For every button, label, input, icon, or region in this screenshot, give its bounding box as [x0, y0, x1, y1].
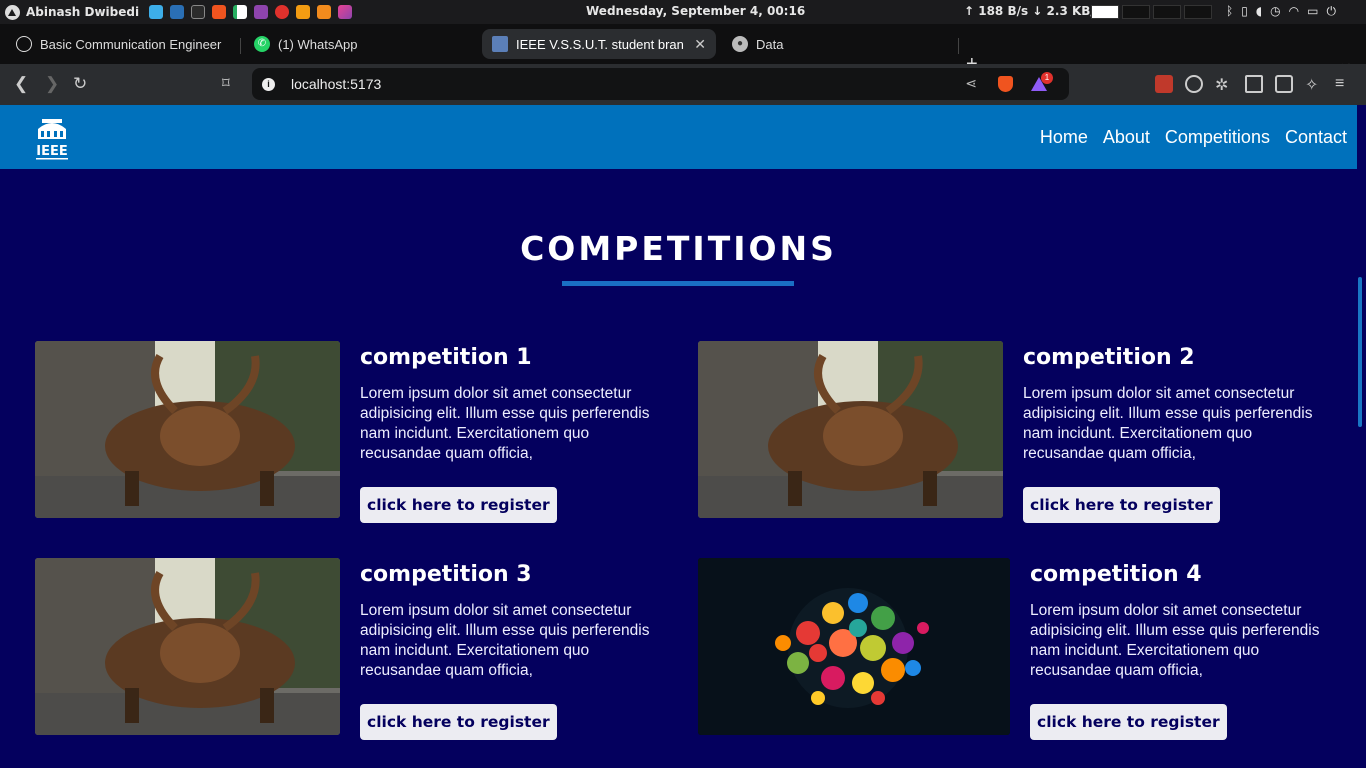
user-menu[interactable]: Abinash Dwibedi — [0, 4, 140, 20]
user-name: Abinash Dwibedi — [26, 5, 140, 19]
tab-data[interactable]: ● Data — [722, 29, 954, 59]
sidebar-icon[interactable] — [1245, 75, 1263, 93]
competition-image-bull — [698, 341, 1003, 518]
app-icon-3[interactable] — [296, 5, 311, 19]
site-nav-links: Home About Competitions Contact — [1040, 127, 1347, 148]
wallet-icon[interactable] — [1275, 75, 1293, 93]
scrollbar-thumb[interactable] — [1358, 277, 1362, 427]
leo-ai-icon[interactable]: ✧ — [1305, 75, 1323, 94]
competition-description: Lorem ipsum dolor sit amet consectetur a… — [1030, 602, 1320, 679]
tab-whatsapp[interactable]: ✆ (1) WhatsApp — [244, 29, 476, 59]
network-graph — [1153, 5, 1181, 19]
address-bar[interactable]: i localhost:5173 ⋖ 1 — [252, 68, 1069, 100]
system-monitor-graphs — [1091, 5, 1212, 19]
whatsapp-icon: ✆ — [254, 36, 270, 52]
competition-title: competition 1 — [360, 345, 532, 370]
wifi-icon[interactable]: ◠ — [1289, 4, 1299, 19]
app-icon-4[interactable] — [317, 5, 332, 19]
extension-icon[interactable] — [1155, 75, 1173, 93]
battery-icon[interactable]: ▭ — [1307, 4, 1318, 19]
tor-icon[interactable] — [1185, 75, 1203, 93]
tab-title: Basic Communication Engineer — [40, 36, 222, 52]
app-icon-2[interactable] — [275, 5, 290, 19]
register-button[interactable]: click here to register — [360, 487, 557, 523]
vscode-icon[interactable] — [170, 5, 185, 19]
rewards-badge: 1 — [1041, 72, 1053, 84]
openai-icon — [16, 36, 32, 52]
logo-text: IEEE — [36, 144, 67, 159]
nav-home[interactable]: Home — [1040, 127, 1088, 148]
browser-tab-strip: Basic Communication Engineer ✆ (1) Whats… — [0, 24, 1366, 76]
android-icon[interactable] — [233, 5, 248, 19]
system-tray: ᛒ ▯ ◖ ◷ ◠ ▭ ⏻ — [1226, 4, 1336, 19]
menu-icon[interactable]: ≡ — [1335, 75, 1353, 93]
power-icon[interactable]: ⏻ — [1326, 4, 1336, 19]
forward-button[interactable]: ❯ — [45, 74, 59, 94]
competition-description: Lorem ipsum dolor sit amet consectetur a… — [360, 385, 650, 462]
globe-icon: ● — [732, 36, 748, 52]
terminal-icon[interactable] — [191, 5, 206, 19]
competition-title: competition 4 — [1030, 562, 1202, 587]
site-navbar: IEEE Home About Competitions Contact — [0, 105, 1357, 169]
cpu-graph — [1091, 5, 1119, 19]
history-icon[interactable]: ◷ — [1270, 4, 1280, 19]
disk-graph — [1184, 5, 1212, 19]
competition-title: competition 3 — [360, 562, 532, 587]
files-icon[interactable] — [149, 5, 164, 19]
extensions-puzzle-icon[interactable]: ✲ — [1215, 75, 1233, 94]
launcher-bar — [149, 5, 353, 19]
back-button[interactable]: ❮ — [14, 74, 28, 94]
tab-separator — [240, 38, 241, 54]
competition-image-bull — [35, 558, 340, 735]
page-viewport: IEEE Home About Competitions Contact COM… — [0, 105, 1366, 768]
network-speed: ↑ 188 B/s ↓ 2.3 KB/s — [964, 4, 1102, 18]
site-info-icon[interactable]: i — [262, 77, 275, 91]
competition-title: competition 2 — [1023, 345, 1195, 370]
clipboard-icon[interactable]: ▯ — [1241, 4, 1248, 19]
tab-title: Data — [756, 36, 784, 52]
tab-ieee-active[interactable]: IEEE V.S.S.U.T. student bran ✕ — [482, 29, 716, 59]
page-scrollbar[interactable] — [1357, 105, 1366, 768]
url-text[interactable]: localhost:5173 — [291, 76, 381, 92]
register-button[interactable]: click here to register — [1023, 487, 1220, 523]
competition-image-spheres — [698, 558, 1010, 735]
tab-title: IEEE V.S.S.U.T. student bran — [516, 36, 684, 52]
app-menu-icon[interactable] — [5, 4, 20, 20]
reload-button[interactable]: ↻ — [73, 74, 87, 94]
brave-icon[interactable] — [212, 5, 227, 19]
clock[interactable]: Wednesday, September 4, 00:16 — [586, 4, 805, 18]
bookmark-icon[interactable]: ⌑ — [222, 74, 230, 94]
register-button[interactable]: click here to register — [360, 704, 557, 740]
memory-graph — [1122, 5, 1150, 19]
competition-image-bull — [35, 341, 340, 518]
bluetooth-icon[interactable]: ᛒ — [1226, 4, 1233, 19]
section-title: COMPETITIONS — [520, 229, 837, 268]
tab-title: (1) WhatsApp — [278, 36, 358, 52]
ieee-logo[interactable]: IEEE — [32, 119, 72, 161]
os-top-bar: Abinash Dwibedi Wednesday, September 4, … — [0, 0, 1366, 24]
browser-toolbar: ❮ ❯ ↻ ⌑ i localhost:5173 ⋖ 1 ✲ ✧ ≡ — [0, 64, 1366, 105]
tab-separator — [958, 38, 959, 54]
volume-icon[interactable]: ◖ — [1256, 4, 1262, 19]
nav-competitions[interactable]: Competitions — [1165, 127, 1270, 148]
nav-contact[interactable]: Contact — [1285, 127, 1347, 148]
app-icon[interactable] — [254, 5, 269, 19]
competition-description: Lorem ipsum dolor sit amet consectetur a… — [360, 602, 650, 679]
tab-basic-communication[interactable]: Basic Communication Engineer — [6, 29, 238, 59]
app-icon-5[interactable] — [338, 5, 353, 19]
register-button[interactable]: click here to register — [1030, 704, 1227, 740]
title-underline — [562, 281, 794, 286]
brave-shields-icon[interactable] — [998, 76, 1013, 92]
nav-about[interactable]: About — [1103, 127, 1150, 148]
site-icon — [492, 36, 508, 52]
competition-description: Lorem ipsum dolor sit amet consectetur a… — [1023, 385, 1313, 462]
close-tab-icon[interactable]: ✕ — [694, 36, 706, 53]
share-icon[interactable]: ⋖ — [965, 75, 977, 92]
